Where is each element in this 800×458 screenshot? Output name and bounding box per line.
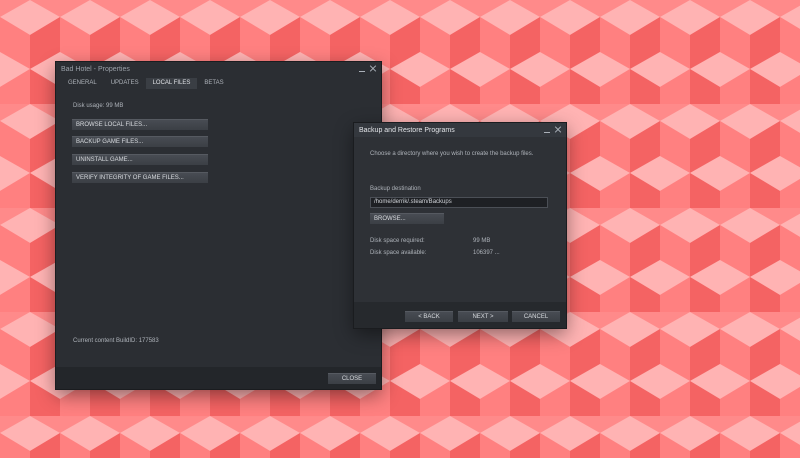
properties-footer: CLOSE	[56, 367, 381, 389]
space-required-value: 99 MB	[473, 238, 491, 244]
backup-game-files-button[interactable]: BACKUP GAME FILES...	[72, 136, 208, 147]
browse-local-files-button[interactable]: BROWSE LOCAL FILES...	[72, 119, 208, 130]
tab-local-files[interactable]: LOCAL FILES	[145, 78, 198, 89]
close-icon[interactable]	[370, 65, 376, 73]
back-button[interactable]: < BACK	[405, 311, 453, 322]
tab-general[interactable]: GENERAL	[61, 78, 104, 89]
space-available-label: Disk space available:	[370, 250, 427, 256]
backup-titlebar[interactable]: Backup and Restore Programs	[354, 123, 566, 137]
minimize-icon[interactable]	[544, 126, 550, 134]
minimize-icon[interactable]	[359, 65, 365, 73]
next-button[interactable]: NEXT >	[458, 311, 508, 322]
disk-usage-text: Disk usage: 99 MB	[73, 103, 124, 109]
backup-restore-dialog: Backup and Restore Programs Choose a dir…	[354, 123, 566, 328]
build-id-text: Current content BuildID: 177583	[73, 338, 159, 344]
tab-betas[interactable]: BETAS	[197, 78, 230, 89]
verify-integrity-button[interactable]: VERIFY INTEGRITY OF GAME FILES...	[72, 172, 208, 183]
backup-instruction: Choose a directory where you wish to cre…	[370, 151, 534, 157]
destination-field[interactable]: /home/derrik/.steam/Backups	[370, 197, 548, 208]
properties-title: Bad Hotel - Properties	[61, 65, 130, 73]
close-icon[interactable]	[555, 126, 561, 134]
backup-title: Backup and Restore Programs	[359, 126, 455, 134]
browse-button[interactable]: BROWSE...	[370, 213, 444, 224]
properties-titlebar[interactable]: Bad Hotel - Properties	[56, 62, 381, 76]
destination-label: Backup destination	[370, 186, 421, 192]
space-required-label: Disk space required:	[370, 238, 425, 244]
space-available-value: 106397 ...	[473, 250, 500, 256]
backup-footer: < BACK NEXT > CANCEL	[354, 302, 566, 328]
close-button[interactable]: CLOSE	[328, 373, 376, 384]
uninstall-game-button[interactable]: UNINSTALL GAME...	[72, 154, 208, 165]
properties-window: Bad Hotel - Properties GENERAL UPDATES L…	[56, 62, 381, 389]
properties-tabs: GENERAL UPDATES LOCAL FILES BETAS	[61, 78, 231, 89]
tab-updates[interactable]: UPDATES	[104, 78, 146, 89]
cancel-button[interactable]: CANCEL	[512, 311, 560, 322]
